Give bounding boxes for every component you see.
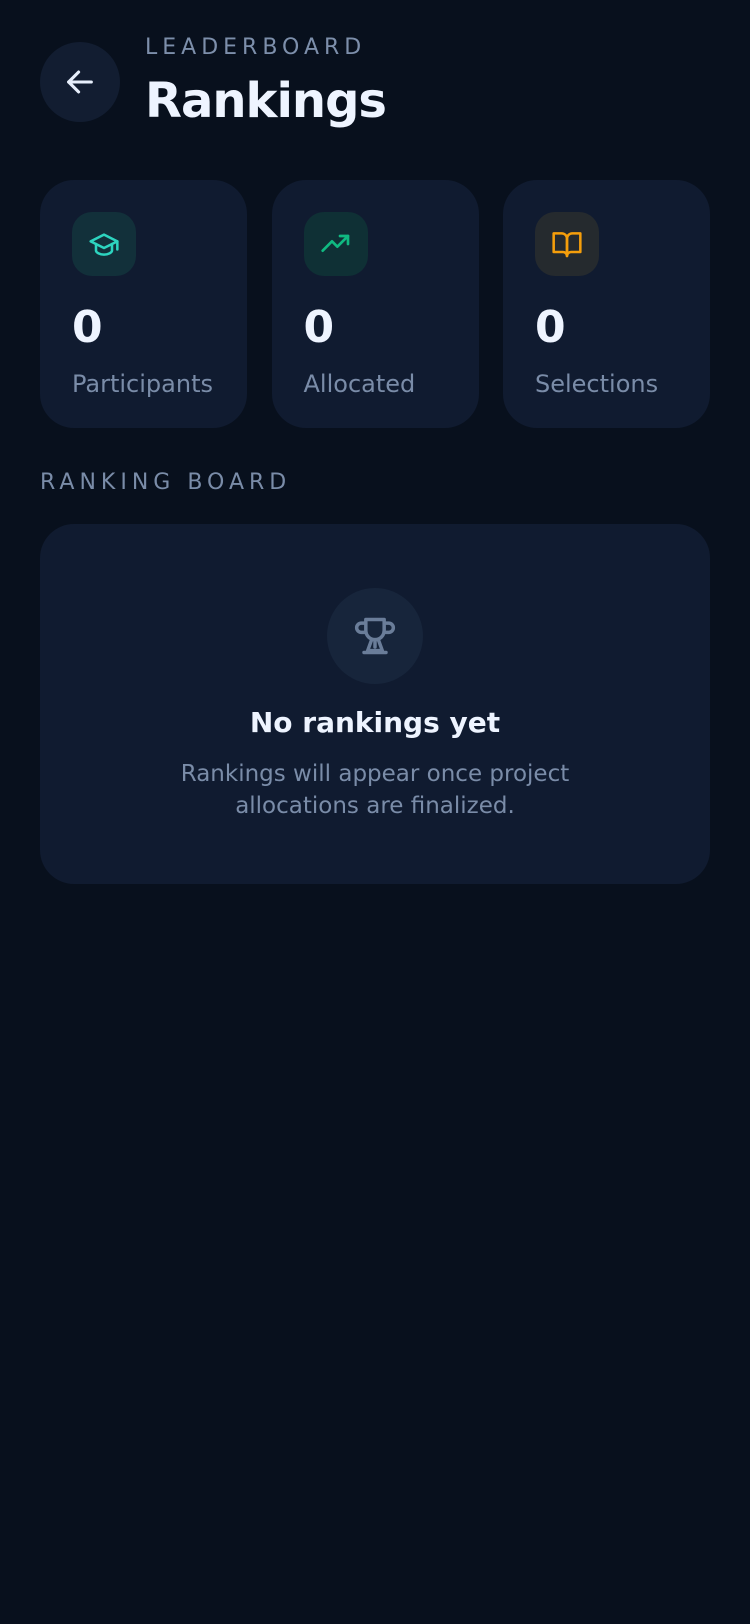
trophy-badge [327,588,423,684]
page-title: Rankings [145,73,387,129]
trophy-icon [354,617,396,655]
page-header: LEADERBOARD Rankings [40,35,387,129]
stat-value: 0 [72,302,103,353]
stats-row: 0 Participants 0 Allocated 0 Selections [40,180,710,428]
page-eyebrow: LEADERBOARD [145,35,367,60]
book-open-icon [552,232,582,258]
stat-icon-badge [303,212,368,276]
stat-value: 0 [535,302,566,353]
arrow-left-icon [67,70,93,94]
section-label: RANKING BOARD [40,470,292,495]
back-button[interactable] [40,42,120,122]
graduation-cap-icon [89,233,119,256]
stat-card-allocated: 0 Allocated [271,180,479,428]
stat-icon-badge [72,212,136,276]
trending-up-icon [320,234,349,252]
header-text: LEADERBOARD Rankings [145,35,387,129]
stat-label: Selections [535,370,659,398]
stat-card-selections: 0 Selections [503,180,710,428]
rankings-page: LEADERBOARD Rankings 0 Participants 0 Al… [0,0,750,1624]
stat-label: Participants [72,370,213,398]
ranking-board-empty-state: No rankings yet Rankings will appear onc… [40,524,710,884]
stat-card-participants: 0 Participants [40,180,247,428]
empty-state-description: Rankings will appear once project alloca… [180,760,570,819]
stat-icon-badge [535,212,599,276]
empty-state-title: No rankings yet [249,706,501,739]
stat-label: Allocated [303,370,416,398]
stat-value: 0 [303,302,335,353]
